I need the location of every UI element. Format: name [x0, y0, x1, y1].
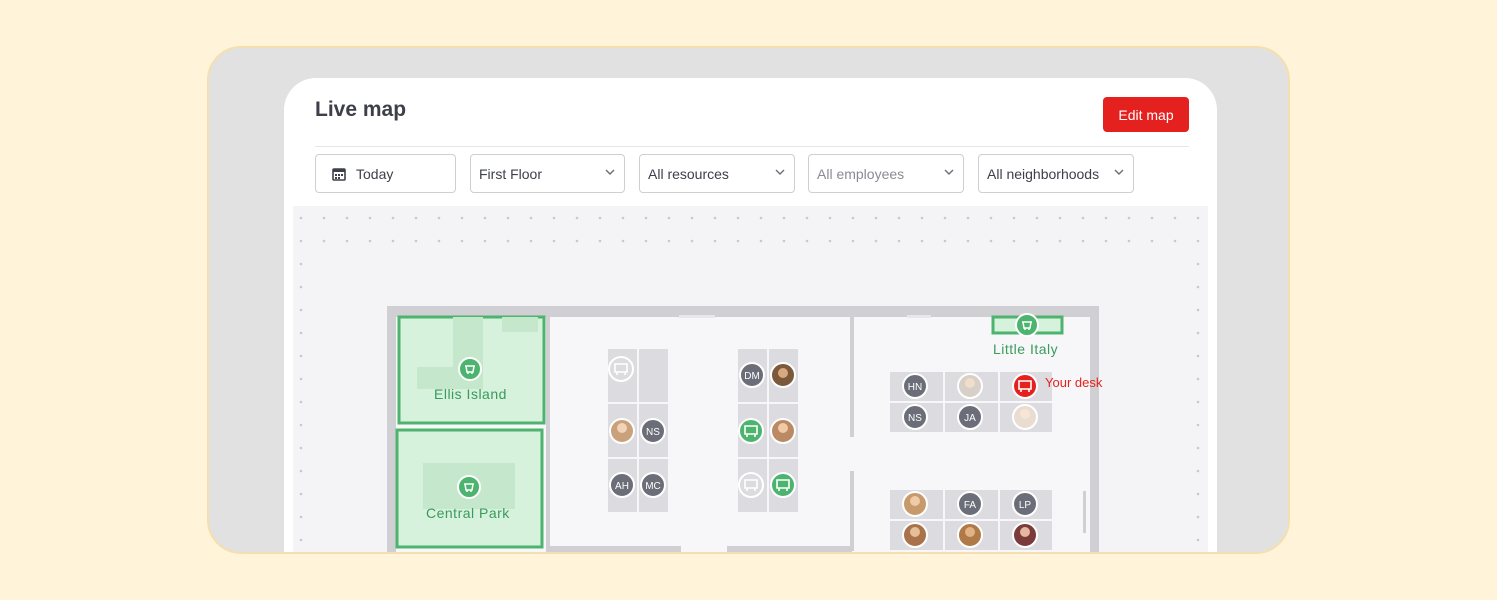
avatar-ns[interactable]: NS [640, 418, 666, 444]
avatar-photo[interactable] [770, 362, 796, 388]
avatar-photo[interactable] [1012, 404, 1038, 430]
avatar-photo[interactable] [902, 491, 928, 517]
chevron-down-icon [944, 169, 954, 175]
available-desk-icon-green[interactable] [770, 472, 796, 498]
floor-map[interactable]: Ellis Island Central Park Little Italy Y… [293, 206, 1208, 552]
divider [315, 146, 1189, 147]
avatar-photo[interactable] [957, 522, 983, 548]
page-title: Live map [315, 98, 407, 121]
avatar-ja[interactable]: JA [957, 404, 983, 430]
svg-text:FA: FA [964, 500, 977, 511]
svg-text:NS: NS [908, 413, 922, 424]
device-frame: Live map Edit map Today First Floor All … [207, 46, 1290, 554]
resources-select[interactable]: All resources [639, 154, 795, 193]
avatar-photo[interactable] [957, 373, 983, 399]
svg-text:HN: HN [908, 382, 922, 393]
available-desk-icon-green[interactable] [738, 418, 764, 444]
floor-select[interactable]: First Floor [470, 154, 625, 193]
svg-text:AH: AH [615, 481, 629, 492]
avatar-hn[interactable]: HN [902, 373, 928, 399]
avatar-ns[interactable]: NS [902, 404, 928, 430]
edit-map-button[interactable]: Edit map [1103, 97, 1189, 132]
svg-text:MC: MC [645, 481, 661, 492]
live-map-card: Live map Edit map Today First Floor All … [284, 78, 1217, 552]
avatar-mc[interactable]: MC [640, 472, 666, 498]
avatar-fa[interactable]: FA [957, 491, 983, 517]
employees-select[interactable]: All employees [808, 154, 964, 193]
floor-label: First Floor [479, 165, 542, 182]
svg-text:DM: DM [744, 371, 760, 382]
calendar-icon [332, 167, 346, 181]
date-picker[interactable]: Today [315, 154, 456, 193]
employees-placeholder: All employees [817, 165, 905, 182]
avatar-photo[interactable] [609, 418, 635, 444]
neighborhoods-label: All neighborhoods [987, 165, 1100, 182]
available-desk-icon[interactable] [738, 472, 764, 498]
svg-text:LP: LP [1019, 500, 1032, 511]
neighborhoods-select[interactable]: All neighborhoods [978, 154, 1134, 193]
avatar-photo[interactable] [770, 418, 796, 444]
avatar-photo[interactable] [902, 522, 928, 548]
resources-label: All resources [648, 165, 729, 182]
avatar-lp[interactable]: LP [1012, 491, 1038, 517]
avatar-ah[interactable]: AH [609, 472, 635, 498]
chevron-down-icon [1114, 169, 1124, 175]
available-desk-icon[interactable] [608, 356, 634, 382]
svg-text:JA: JA [964, 413, 976, 424]
chevron-down-icon [605, 169, 615, 175]
date-label: Today [356, 165, 394, 182]
avatar-dm[interactable]: DM [739, 362, 765, 388]
your-desk-icon[interactable] [1012, 373, 1038, 399]
svg-text:NS: NS [646, 427, 660, 438]
chevron-down-icon [775, 169, 785, 175]
avatar-photo[interactable] [1012, 522, 1038, 548]
